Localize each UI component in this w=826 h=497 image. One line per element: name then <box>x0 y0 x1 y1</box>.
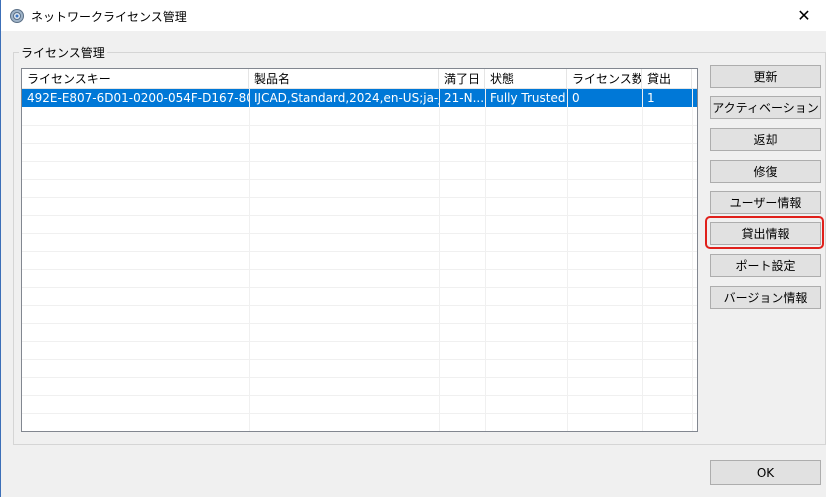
column-header-status[interactable]: 状態 <box>485 69 567 89</box>
window-title: ネットワークライセンス管理 <box>31 10 187 24</box>
grid-divider <box>22 269 697 270</box>
grid-divider <box>22 161 697 162</box>
grid-divider <box>22 413 697 414</box>
cell-status: Fully Trusted <box>490 91 566 105</box>
cell-borrowed: 1 <box>647 91 655 105</box>
version-info-button[interactable]: バージョン情報 <box>710 286 821 309</box>
grid-divider <box>22 395 697 396</box>
cell-product-name: IJCAD,Standard,2024,en-US;ja-JP <box>254 91 439 105</box>
app-gear-icon <box>9 8 25 24</box>
column-header-license-key[interactable]: ライセンスキー <box>22 69 249 89</box>
grid-divider <box>22 233 697 234</box>
activation-button[interactable]: アクティベーション <box>710 96 821 119</box>
grid-divider <box>567 89 568 431</box>
grid-divider <box>485 89 486 431</box>
close-button[interactable]: ✕ <box>781 0 826 31</box>
license-list[interactable]: ライセンスキー 製品名 満了日 状態 ライセンス数 貸出 492E-E807-6… <box>21 68 698 432</box>
grid-divider <box>22 143 697 144</box>
list-header: ライセンスキー 製品名 満了日 状態 ライセンス数 貸出 <box>22 69 697 89</box>
cell-expiry-date: 21-N... <box>444 91 485 105</box>
port-settings-button[interactable]: ポート設定 <box>710 254 821 277</box>
user-info-button[interactable]: ユーザー情報 <box>710 191 821 214</box>
close-icon: ✕ <box>797 6 811 25</box>
grid-divider <box>22 125 697 126</box>
grid-divider <box>22 287 697 288</box>
column-header-borrowed[interactable]: 貸出 <box>642 69 692 89</box>
grid-divider <box>692 89 693 431</box>
borrow-info-highlight <box>705 216 824 249</box>
return-button[interactable]: 返却 <box>710 128 821 151</box>
cell-license-key: 492E-E807-6D01-0200-054F-D167-802... <box>27 91 249 105</box>
grid-divider <box>22 179 697 180</box>
column-header-expiry-date[interactable]: 満了日 <box>439 69 485 89</box>
license-manager-window: ネットワークライセンス管理 ✕ ライセンス管理 ライセンスキー 製品名 満了日 … <box>0 0 826 497</box>
grid-divider <box>22 323 697 324</box>
cell-license-count: 0 <box>572 91 580 105</box>
column-header-product-name[interactable]: 製品名 <box>249 69 439 89</box>
grid-divider <box>22 251 697 252</box>
group-legend: ライセンス管理 <box>19 44 107 61</box>
grid-divider <box>22 305 697 306</box>
table-row[interactable]: 492E-E807-6D01-0200-054F-D167-802... IJC… <box>22 89 697 107</box>
ok-button[interactable]: OK <box>710 460 821 485</box>
grid-divider <box>22 197 697 198</box>
grid-divider <box>249 89 250 431</box>
grid-divider <box>22 341 697 342</box>
grid-divider <box>22 215 697 216</box>
grid-divider <box>22 359 697 360</box>
column-header-license-count[interactable]: ライセンス数 <box>567 69 642 89</box>
grid-divider <box>642 89 643 431</box>
refresh-button[interactable]: 更新 <box>710 65 821 88</box>
title-bar: ネットワークライセンス管理 ✕ <box>1 0 826 31</box>
grid-divider <box>439 89 440 431</box>
grid-divider <box>22 377 697 378</box>
repair-button[interactable]: 修復 <box>710 160 821 183</box>
